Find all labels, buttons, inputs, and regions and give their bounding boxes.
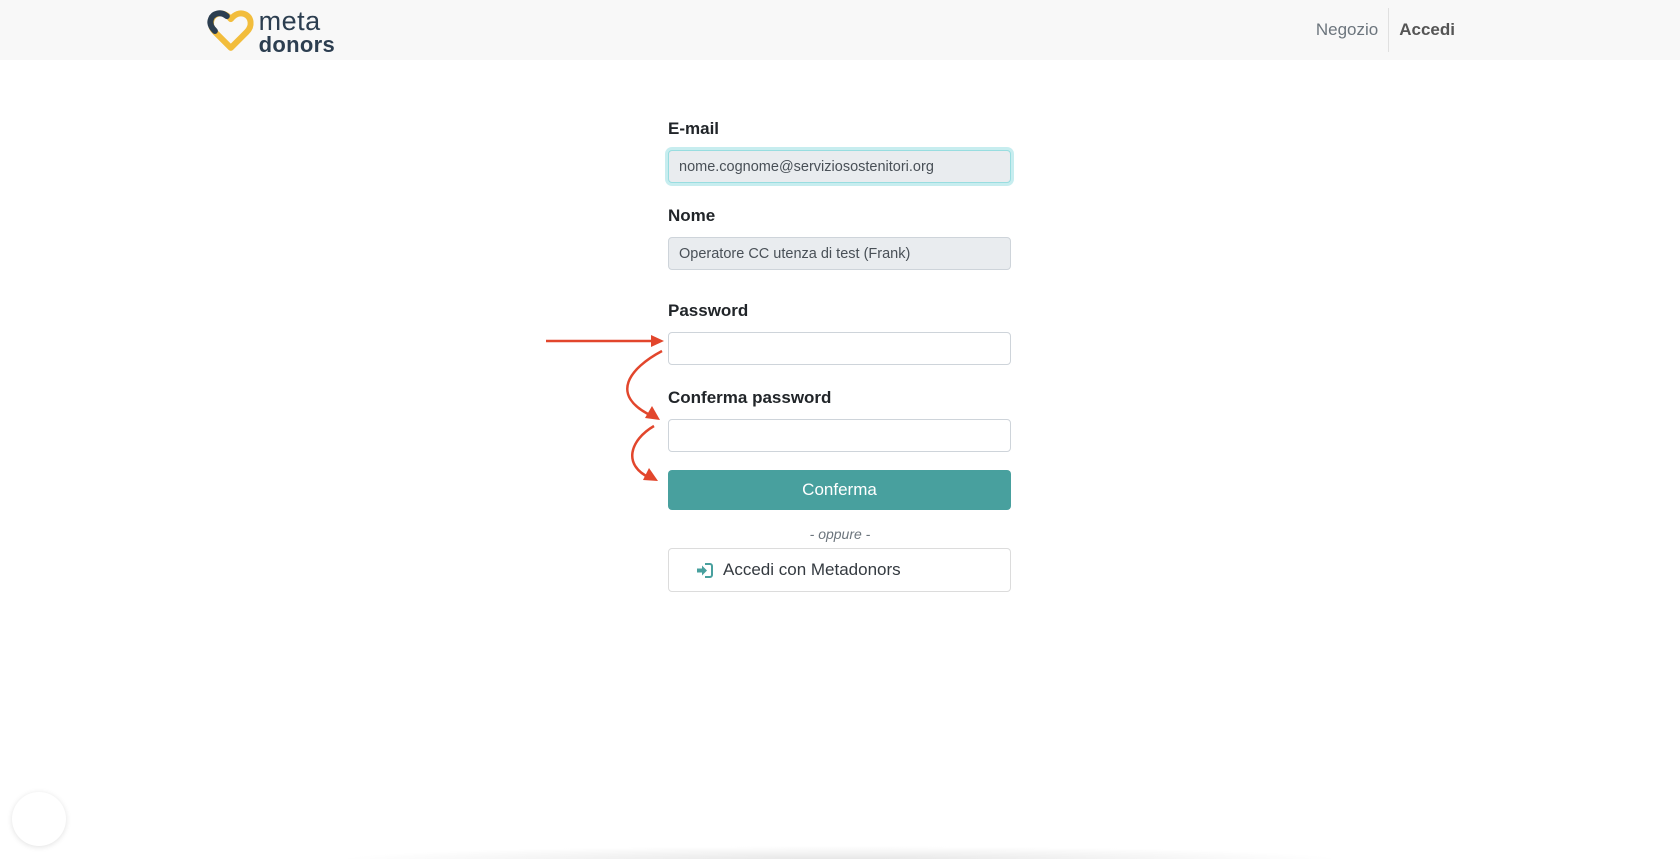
annotation-arrows bbox=[546, 335, 664, 481]
logo-text-meta: meta bbox=[258, 6, 321, 36]
confirm-password-label: Conferma password bbox=[668, 388, 832, 407]
confirm-password-field[interactable] bbox=[668, 419, 1011, 452]
email-field[interactable] bbox=[668, 150, 1011, 183]
registration-form: E-mail Nome Password Conferma password C… bbox=[668, 110, 1012, 592]
or-separator: - oppure - bbox=[809, 526, 871, 542]
arrow-to-confirm-password bbox=[626, 349, 663, 420]
nome-label: Nome bbox=[668, 206, 716, 225]
nav-link-negozio[interactable]: Negozio bbox=[1306, 8, 1388, 52]
password-field[interactable] bbox=[668, 332, 1011, 365]
logo-text-donors: donors bbox=[258, 32, 335, 57]
sign-in-icon bbox=[697, 562, 713, 578]
arrow-to-conferma-button bbox=[631, 424, 658, 481]
accedi-metadonors-label: Accedi con Metadonors bbox=[723, 560, 901, 579]
accedi-metadonors-button[interactable]: Accedi con Metadonors bbox=[668, 548, 1011, 592]
chat-widget-button[interactable] bbox=[12, 792, 66, 846]
email-label: E-mail bbox=[668, 119, 720, 138]
nav-link-accedi[interactable]: Accedi bbox=[1388, 8, 1465, 52]
navbar: meta donors Negozio Accedi bbox=[0, 0, 1680, 60]
arrow-to-password bbox=[546, 335, 664, 347]
heart-logo-icon bbox=[207, 10, 254, 51]
conferma-button[interactable]: Conferma bbox=[668, 470, 1011, 510]
nav-links: Negozio Accedi bbox=[1306, 0, 1465, 60]
bottom-edge-shadow bbox=[330, 846, 1350, 859]
password-label: Password bbox=[668, 301, 749, 320]
metadonors-logo[interactable]: meta donors bbox=[205, 6, 335, 57]
nome-field[interactable] bbox=[668, 237, 1011, 270]
